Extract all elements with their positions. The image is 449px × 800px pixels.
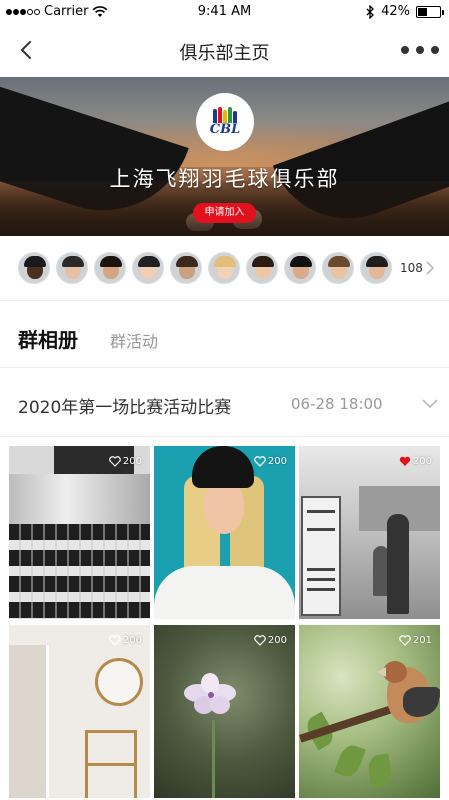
tab-activities[interactable]: 群活动	[110, 328, 158, 352]
heart-outline-icon[interactable]	[254, 635, 266, 646]
avatar[interactable]	[208, 252, 240, 284]
avatar[interactable]	[246, 252, 278, 284]
member-strip[interactable]: 108	[0, 237, 449, 301]
status-right: 42%	[366, 4, 444, 19]
chevron-right-icon[interactable]	[424, 261, 436, 275]
like-count: 200	[122, 456, 142, 467]
flower-image	[184, 673, 236, 714]
avatar[interactable]	[56, 252, 88, 284]
avatar[interactable]	[18, 252, 50, 284]
photo-street[interactable]: 200	[299, 446, 440, 619]
status-bar: Carrier 9:41 AM 42%	[0, 0, 449, 24]
chevron-down-icon[interactable]	[421, 397, 439, 409]
photo-flower[interactable]: 200	[154, 625, 295, 798]
photo-building[interactable]: 200	[9, 446, 150, 619]
like-count: 200	[267, 635, 287, 646]
club-logo-text: CBL	[209, 122, 241, 137]
member-count: 108	[400, 261, 423, 275]
photo-bird[interactable]: 201	[299, 625, 440, 798]
heart-outline-icon[interactable]	[254, 456, 266, 467]
photo-portrait[interactable]: 200	[154, 446, 295, 619]
photo-interior[interactable]: 200	[9, 625, 150, 798]
more-dots-icon[interactable]	[401, 46, 439, 54]
club-banner: CBL 上海飞翔羽毛球俱乐部 申请加入	[0, 77, 449, 236]
club-name: 上海飞翔羽毛球俱乐部	[109, 167, 340, 191]
avatar[interactable]	[94, 252, 126, 284]
avatar[interactable]	[360, 252, 392, 284]
bluetooth-icon	[366, 4, 375, 19]
heart-filled-icon[interactable]	[399, 456, 411, 467]
event-selector[interactable]: 2020年第一场比赛活动比赛 06-28 18:00	[0, 369, 449, 437]
event-title: 2020年第一场比赛活动比赛	[18, 398, 232, 418]
heart-outline-icon[interactable]	[109, 635, 121, 646]
heart-outline-icon[interactable]	[109, 456, 121, 467]
avatar[interactable]	[284, 252, 316, 284]
battery-icon	[416, 5, 444, 18]
avatar-list	[18, 252, 392, 284]
event-time: 06-28 18:00	[291, 395, 383, 413]
tab-bar: 群相册 群活动	[0, 302, 449, 368]
tab-album[interactable]: 群相册	[18, 324, 78, 353]
like-counter[interactable]: 201	[399, 635, 432, 646]
like-count: 200	[412, 456, 432, 467]
avatar[interactable]	[322, 252, 354, 284]
like-counter[interactable]: 200	[254, 456, 287, 467]
like-count: 201	[412, 635, 432, 646]
like-count: 200	[122, 635, 142, 646]
battery-percent: 42%	[381, 4, 410, 19]
like-counter[interactable]: 200	[109, 456, 142, 467]
join-button[interactable]: 申请加入	[193, 203, 256, 223]
avatar[interactable]	[132, 252, 164, 284]
heart-outline-icon[interactable]	[399, 635, 411, 646]
page-title: 俱乐部主页	[179, 43, 270, 64]
nav-bar: 俱乐部主页	[0, 24, 449, 76]
club-logo: CBL	[196, 93, 254, 151]
avatar[interactable]	[170, 252, 202, 284]
like-counter[interactable]: 200	[254, 635, 287, 646]
like-counter[interactable]: 200	[109, 635, 142, 646]
like-count: 200	[267, 456, 287, 467]
like-counter[interactable]: 200	[399, 456, 432, 467]
